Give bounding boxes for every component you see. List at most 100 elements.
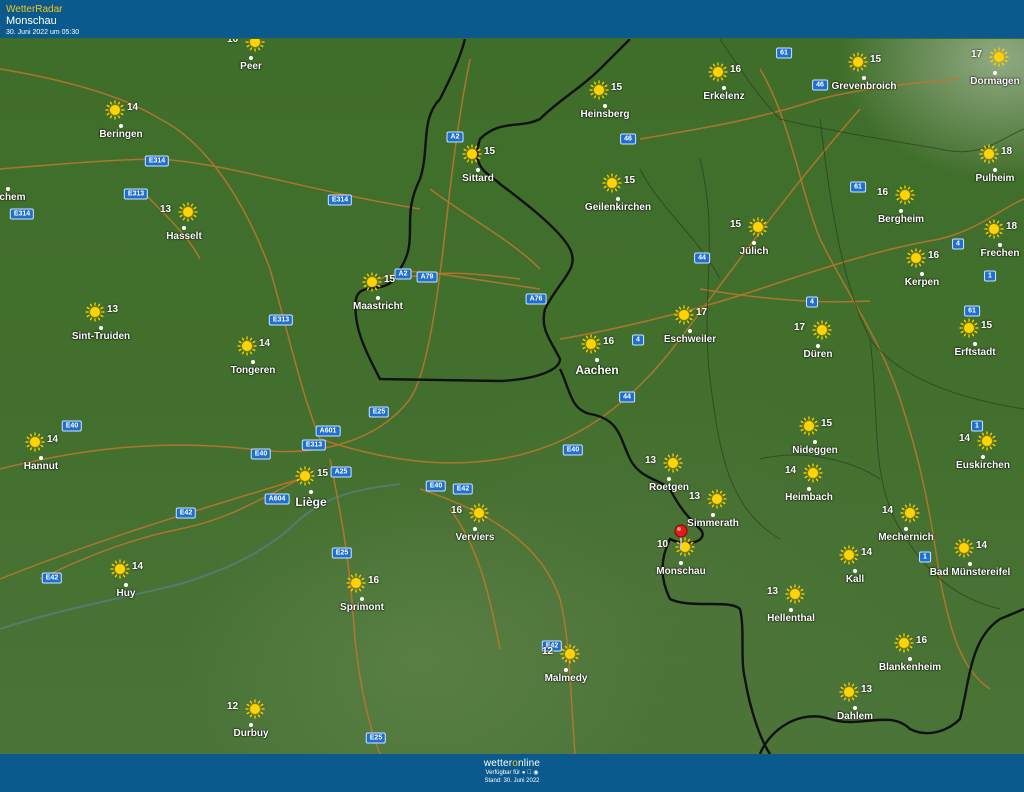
sun-icon xyxy=(469,503,489,523)
city-dot xyxy=(119,124,123,128)
temperature-label: 14 xyxy=(127,102,139,113)
temperature-label: 13 xyxy=(107,304,119,315)
sun-icon xyxy=(707,489,727,509)
sun-icon xyxy=(110,559,130,579)
city-dot xyxy=(752,241,756,245)
temperature-label: 15 xyxy=(981,320,993,331)
temperature-label: 16 xyxy=(877,187,889,198)
city-name: Pulheim xyxy=(975,173,1015,184)
road-shield: E314 xyxy=(144,155,170,167)
road-shield: E25 xyxy=(368,406,390,418)
temperature-label: 17 xyxy=(696,307,708,318)
road-shield: E42 xyxy=(41,572,63,584)
map-lines xyxy=(0,39,1024,754)
temperature-label: 15 xyxy=(821,418,833,429)
city-name: Kall xyxy=(845,574,865,585)
sun-icon xyxy=(708,62,728,82)
city-dot xyxy=(813,440,817,444)
sun-icon xyxy=(245,699,265,719)
city-name: Aachen xyxy=(575,363,619,377)
road-shield: A604 xyxy=(264,493,290,505)
city-dot xyxy=(564,668,568,672)
road-shield: 1 xyxy=(971,420,983,432)
city-name: Eschweiler xyxy=(663,334,717,345)
city-dot xyxy=(182,226,186,230)
sun-icon xyxy=(959,318,979,338)
city-dot xyxy=(981,455,985,459)
city-dot xyxy=(679,561,683,565)
city-dot xyxy=(908,657,912,661)
temperature-label: 15 xyxy=(484,146,496,157)
temperature-label: 14 xyxy=(47,434,59,445)
city-dot xyxy=(473,527,477,531)
temperature-label: 17 xyxy=(794,322,806,333)
weather-map[interactable]: 61 46 A2 46 E314 E313 E314 61 4 44 1 61 … xyxy=(0,39,1024,754)
city-name: Heinsberg xyxy=(580,109,630,120)
city-dot xyxy=(711,513,715,517)
temperature-label: 14 xyxy=(259,338,271,349)
city-name: Hannut xyxy=(23,461,59,472)
sun-icon xyxy=(989,47,1009,67)
city-name: Dahlem xyxy=(836,711,874,722)
app-title: WetterRadar xyxy=(6,4,63,15)
city-dot xyxy=(595,358,599,362)
temperature-label: 16 xyxy=(227,39,239,45)
sun-icon xyxy=(812,320,832,340)
city-name: Tongeren xyxy=(230,365,276,376)
city-dot xyxy=(973,342,977,346)
city-dot xyxy=(688,329,692,333)
sun-icon xyxy=(25,432,45,452)
road-shield: A2 xyxy=(446,131,464,143)
temperature-label: 13 xyxy=(160,204,172,215)
temperature-label: 16 xyxy=(916,635,928,646)
temperature-label: 15 xyxy=(317,468,329,479)
sun-icon xyxy=(85,302,105,322)
road-shield: E313 xyxy=(268,314,294,326)
temperature-label: 15 xyxy=(611,82,623,93)
city-dot xyxy=(722,86,726,90)
city-name: Bad Münstereifel xyxy=(929,567,1011,578)
road-shield: A25 xyxy=(330,466,352,478)
sun-icon xyxy=(895,185,915,205)
sun-icon xyxy=(674,305,694,325)
temperature-label: 12 xyxy=(542,646,554,657)
city-dot xyxy=(616,197,620,201)
city-name: Grevenbroich xyxy=(831,81,897,92)
city-name: Erftstadt xyxy=(954,347,996,358)
sun-icon xyxy=(954,538,974,558)
temperature-label: 14 xyxy=(882,505,894,516)
road-shield: E40 xyxy=(425,480,447,492)
city-name: Monschau xyxy=(656,566,706,577)
temperature-label: 13 xyxy=(689,491,701,502)
road-shield: 4 xyxy=(952,238,964,250)
city-dot xyxy=(124,583,128,587)
city-name: Malmedy xyxy=(544,673,588,684)
sun-icon xyxy=(245,39,265,52)
road-shield: E40 xyxy=(562,444,584,456)
city-name: Heimbach xyxy=(785,492,833,503)
road-shield: E313 xyxy=(123,188,149,200)
sun-icon xyxy=(589,80,609,100)
sun-icon xyxy=(803,463,823,483)
road-shield: 61 xyxy=(850,181,866,193)
city-name: Kerpen xyxy=(904,277,940,288)
availability-label: Verfügbar für ●  ◉ xyxy=(0,769,1024,777)
temperature-label: 16 xyxy=(603,336,615,347)
temperature-label: 13 xyxy=(861,684,873,695)
sun-icon xyxy=(346,573,366,593)
city-name: Huy xyxy=(116,588,136,599)
temperature-label: 16 xyxy=(928,250,940,261)
temperature-label: 15 xyxy=(730,219,742,230)
road-shield: A76 xyxy=(525,293,547,305)
city-dot xyxy=(993,71,997,75)
temperature-label: 18 xyxy=(1001,146,1013,157)
sun-icon xyxy=(977,431,997,451)
sun-icon xyxy=(839,682,859,702)
sun-icon xyxy=(237,336,257,356)
stand-label: Stand: 30. Juni 2022 xyxy=(484,778,540,784)
city-name: Sprimont xyxy=(340,602,384,613)
sun-icon xyxy=(295,466,315,486)
temperature-label: 16 xyxy=(368,575,380,586)
road-shield: A2 xyxy=(394,268,412,280)
road-shield: A79 xyxy=(416,271,438,283)
